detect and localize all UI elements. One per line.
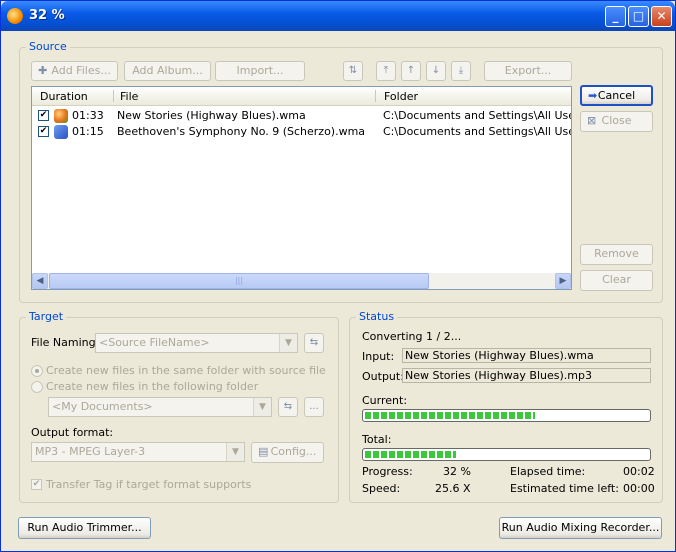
estimated-value: 00:00 [623, 482, 655, 495]
status-group-label: Status [356, 310, 398, 323]
app-window: 32 % _ □ ✕ Source ✚ Add Files... Add Albu… [0, 0, 676, 552]
radio-following-folder[interactable] [31, 381, 43, 393]
window-title: 32 % [29, 8, 65, 23]
add-album-button[interactable]: Add Album... [124, 61, 211, 81]
import-button[interactable]: Import... [215, 61, 305, 81]
scrollbar-thumb[interactable]: ||| [49, 273, 429, 289]
file-cell: New Stories (Highway Blues).wma [117, 109, 306, 122]
add-files-label: Add Files... [51, 64, 111, 77]
move-up-icon[interactable]: ↑ [401, 61, 421, 81]
output-format-select[interactable]: MP3 - MPEG Layer-3 ▼ [31, 442, 245, 462]
move-top-icon[interactable]: ⤒ [376, 61, 396, 81]
table-row[interactable]: ✔ 01:15 Beethoven's Symphony No. 9 (Sche… [32, 124, 571, 140]
elapsed-value: 00:02 [623, 465, 655, 478]
output-format-label: Output format: [31, 426, 114, 439]
plus-icon: ✚ [38, 64, 48, 77]
total-progress-bar [362, 448, 651, 461]
table-row[interactable]: ✔ 01:33 New Stories (Highway Blues).wma … [32, 108, 571, 124]
column-duration[interactable]: Duration [40, 90, 88, 103]
speed-label: Speed: [362, 482, 401, 495]
radio-same-folder-label: Create new files in the same folder with… [46, 364, 326, 377]
folder-value: <My Documents> [52, 400, 153, 413]
file-naming-label: File Naming: [31, 336, 100, 349]
chevron-down-icon: ▼ [226, 443, 244, 461]
radio-same-folder[interactable] [31, 365, 43, 377]
arrow-right-icon: ➡ [588, 89, 598, 102]
browse-button[interactable]: ... [304, 397, 324, 417]
list-header: Duration File Folder [32, 87, 571, 106]
wma-music-icon [54, 125, 68, 139]
total-label: Total: [362, 433, 392, 446]
chevron-down-icon: ▼ [279, 334, 297, 352]
clear-button[interactable]: Clear [580, 270, 653, 291]
move-down-icon[interactable]: ↓ [426, 61, 446, 81]
current-progress-bar [362, 409, 651, 422]
speed-value: 25.6 X [435, 482, 471, 495]
close-x-icon: ⊠ [587, 114, 597, 127]
elapsed-label: Elapsed time: [510, 465, 586, 478]
estimated-label: Estimated time left: [510, 482, 619, 495]
minimize-icon[interactable]: _ [605, 6, 626, 27]
folder-options-icon[interactable]: ⇆ [278, 397, 298, 417]
input-file-field: New Stories (Highway Blues).wma [402, 348, 651, 363]
transfer-tag-checkbox[interactable]: ✔ [31, 479, 42, 490]
progress-label: Progress: [362, 465, 413, 478]
target-group-label: Target [26, 310, 67, 323]
row-checkbox[interactable]: ✔ [38, 110, 49, 121]
converting-status: Converting 1 / 2... [362, 330, 462, 343]
column-folder[interactable]: Folder [384, 90, 418, 103]
source-group-label: Source [26, 40, 70, 53]
input-label: Input: [362, 350, 395, 363]
file-naming-value: <Source FileName> [99, 336, 210, 349]
chevron-down-icon: ▼ [253, 398, 271, 416]
maximize-icon[interactable]: □ [628, 6, 649, 27]
folder-cell: C:\Documents and Settings\All Users\D [383, 125, 571, 138]
scroll-right-icon[interactable]: ▶ [555, 273, 571, 289]
app-logo-icon [7, 8, 23, 24]
title-bar[interactable]: 32 % _ □ ✕ [1, 1, 675, 31]
column-file[interactable]: File [120, 90, 138, 103]
scroll-left-icon[interactable]: ◀ [32, 273, 48, 289]
total-progress-fill [365, 451, 456, 458]
sort-icon[interactable]: ⇅ [343, 61, 363, 81]
output-file-field: New Stories (Highway Blues).mp3 [402, 368, 651, 383]
remove-button[interactable]: Remove [580, 244, 653, 265]
horizontal-scrollbar[interactable]: ◀ ||| ▶ [32, 273, 571, 289]
add-files-button[interactable]: ✚ Add Files... [31, 61, 118, 81]
close-window-icon[interactable]: ✕ [651, 6, 672, 27]
row-checkbox[interactable]: ✔ [38, 126, 49, 137]
current-label: Current: [362, 394, 408, 407]
folder-cell: C:\Documents and Settings\All Users\D [383, 109, 571, 122]
output-label: Output: [362, 370, 404, 383]
transfer-tag-label: Transfer Tag if target format supports [46, 478, 252, 491]
cancel-button[interactable]: ➡ Cancel [580, 85, 653, 106]
progress-value: 32 % [443, 465, 471, 478]
folder-select[interactable]: <My Documents> ▼ [48, 397, 272, 417]
config-button[interactable]: ▤ Config... [251, 442, 324, 463]
cancel-label: Cancel [597, 89, 636, 102]
run-audio-trimmer-button[interactable]: Run Audio Trimmer... [18, 517, 151, 539]
file-list[interactable]: Duration File Folder ✔ 01:33 New Stories… [31, 86, 572, 290]
close-label: Close [601, 114, 632, 127]
column-separator[interactable] [375, 90, 376, 102]
duration-cell: 01:15 [72, 125, 104, 138]
output-format-value: MP3 - MPEG Layer-3 [35, 445, 146, 458]
radio-following-folder-label: Create new files in the following folder [46, 380, 259, 393]
file-naming-select[interactable]: <Source FileName> ▼ [95, 333, 298, 353]
run-audio-mixing-recorder-button[interactable]: Run Audio Mixing Recorder... [499, 517, 662, 539]
export-button[interactable]: Export... [484, 61, 572, 81]
move-bottom-icon[interactable]: ⤓ [451, 61, 471, 81]
naming-options-icon[interactable]: ⇆ [304, 333, 324, 353]
file-cell: Beethoven's Symphony No. 9 (Scherzo).wma [117, 125, 366, 138]
close-button[interactable]: ⊠ Close [580, 111, 653, 132]
column-separator[interactable] [113, 90, 114, 102]
config-icon: ▤ [258, 445, 269, 458]
duration-cell: 01:33 [72, 109, 104, 122]
current-progress-fill [365, 412, 535, 419]
wma-running-icon [54, 109, 68, 123]
